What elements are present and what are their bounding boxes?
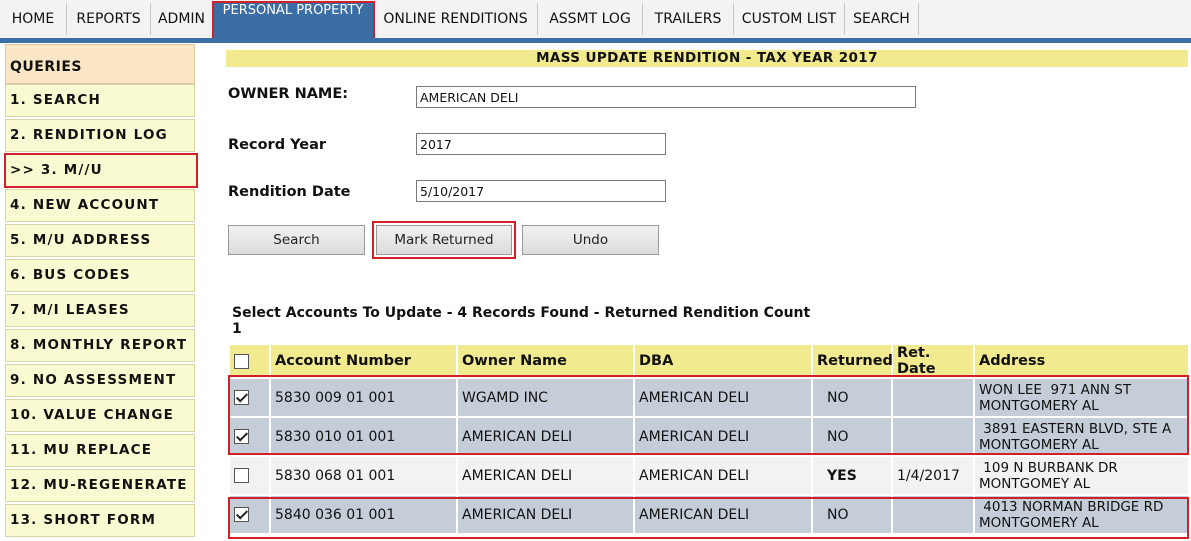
sidebar-item-no-assessment[interactable]: 9. NO ASSESSMENT xyxy=(5,364,195,397)
record-year-label: Record Year xyxy=(228,137,327,153)
sidebar-item-value-change[interactable]: 10. VALUE CHANGE xyxy=(5,399,195,432)
tab-admin[interactable]: ADMIN xyxy=(151,3,213,35)
tab-home[interactable]: HOME xyxy=(0,3,67,35)
sidebar-item-mu-replace[interactable]: 11. MU REPLACE xyxy=(5,434,195,467)
row-checkbox[interactable] xyxy=(234,468,249,483)
tab-custom-list[interactable]: CUSTOM LIST xyxy=(734,3,845,35)
tab-reports[interactable]: REPORTS xyxy=(67,3,151,35)
address-line-1: 3891 EASTERN BLVD, STE A xyxy=(979,420,1172,437)
address-line-1: 109 N BURBANK DR xyxy=(979,459,1118,476)
ret-date-cell xyxy=(891,416,975,457)
rendition-date-input[interactable] xyxy=(416,180,666,202)
col-account-number[interactable]: Account Number xyxy=(269,343,458,379)
ret-date-cell xyxy=(891,494,975,535)
col-address[interactable]: Address xyxy=(973,343,1190,379)
sidebar-item-search[interactable]: 1. SEARCH xyxy=(5,84,195,117)
sidebar-item-short-form[interactable]: 13. SHORT FORM xyxy=(5,504,195,537)
table-row[interactable]: 5830 009 01 001 WGAMD INC AMERICAN DELI NO W… xyxy=(228,377,1190,418)
col-dba[interactable]: DBA xyxy=(633,343,813,379)
address-cell: 109 N BURBANK DR MONTGOMEY AL xyxy=(973,455,1190,496)
col-owner-name[interactable]: Owner Name xyxy=(456,343,635,379)
sidebar-item-mu-regenerate[interactable]: 12. MU-REGENERATE xyxy=(5,469,195,502)
sidebar-item-rendition-log[interactable]: 2. RENDITION LOG xyxy=(5,119,195,152)
returned-cell: YES xyxy=(811,455,893,496)
owner-name-cell: WGAMD INC xyxy=(456,377,635,418)
dba-cell: AMERICAN DELI xyxy=(633,455,813,496)
returned-cell: NO xyxy=(811,377,893,418)
record-year-input[interactable] xyxy=(416,133,666,155)
table-row[interactable]: 5830 010 01 001 AMERICAN DELI AMERICAN DEL… xyxy=(228,416,1190,457)
row-checkbox[interactable] xyxy=(234,429,249,444)
undo-button[interactable]: Undo xyxy=(522,225,659,255)
table-row[interactable]: 5840 036 01 001 AMERICAN DELI AMERICAN DEL… xyxy=(228,494,1190,535)
address-cell: 3891 EASTERN BLVD, STE A MONTGOMERY AL xyxy=(973,416,1190,457)
owner-name-cell: AMERICAN DELI xyxy=(456,455,635,496)
dba-cell: AMERICAN DELI xyxy=(633,377,813,418)
owner-name-cell: AMERICAN DELI xyxy=(456,494,635,535)
select-all-checkbox[interactable] xyxy=(234,353,249,369)
address-line-1: WON LEE 971 ANN ST xyxy=(979,381,1132,398)
row-select-cell xyxy=(228,455,271,496)
sidebar-heading: QUERIES xyxy=(5,44,195,84)
address-line-2: MONTGOMEY AL xyxy=(979,475,1091,492)
nav-accent-band xyxy=(0,38,1191,43)
sidebar-item-mu-rendition[interactable]: >> 3. M//U RENDITION xyxy=(4,153,198,209)
row-checkbox[interactable] xyxy=(234,390,249,405)
search-button[interactable]: Search xyxy=(228,225,365,255)
row-checkbox[interactable] xyxy=(234,507,249,522)
returned-cell: NO xyxy=(811,416,893,457)
tab-online-renditions[interactable]: ONLINE RENDITIONS xyxy=(374,3,538,35)
dba-cell: AMERICAN DELI xyxy=(633,494,813,535)
sidebar-item-mu-address[interactable]: 5. M/U ADDRESS xyxy=(5,224,195,257)
select-all-cell xyxy=(228,343,271,379)
row-select-cell xyxy=(228,416,271,457)
tab-personal-property[interactable]: PERSONAL PROPERTY xyxy=(212,1,375,41)
tab-search[interactable]: SEARCH xyxy=(845,3,919,35)
sidebar-item-monthly-report[interactable]: 8. MONTHLY REPORT xyxy=(5,329,195,362)
top-navigation: HOME REPORTS ADMIN PERSONAL PROPERTY ONL… xyxy=(0,0,1191,41)
account-number-cell[interactable]: 5830 010 01 001 xyxy=(269,416,458,457)
records-summary: Select Accounts To Update - 4 Records Fo… xyxy=(232,305,811,337)
col-ret-date[interactable]: Ret. Date xyxy=(891,343,975,379)
owner-name-input[interactable] xyxy=(416,86,916,108)
table-row[interactable]: 5830 068 01 001 AMERICAN DELI AMERICAN DEL… xyxy=(228,455,1190,496)
owner-name-label: OWNER NAME: xyxy=(228,86,349,102)
table-header-row: Account Number Owner Name DBA Returned R… xyxy=(228,343,1190,379)
returned-cell: NO xyxy=(811,494,893,535)
address-cell: WON LEE 971 ANN ST MONTGOMERY AL xyxy=(973,377,1190,418)
tab-assmt-log[interactable]: ASSMT LOG xyxy=(538,3,643,35)
address-line-2: MONTGOMERY AL xyxy=(979,397,1099,414)
mark-returned-button[interactable]: Mark Returned xyxy=(372,221,516,259)
sidebar-item-bus-codes[interactable]: 6. BUS CODES xyxy=(5,259,195,292)
col-returned[interactable]: Returned xyxy=(811,343,893,379)
ret-date-cell: 1/4/2017 xyxy=(891,455,975,496)
sidebar: QUERIES 1. SEARCH 2. RENDITION LOG >> 3.… xyxy=(4,44,198,541)
dba-cell: AMERICAN DELI xyxy=(633,416,813,457)
address-line-2: MONTGOMERY AL xyxy=(979,514,1099,531)
rendition-date-label: Rendition Date xyxy=(228,184,351,200)
owner-name-cell: AMERICAN DELI xyxy=(456,416,635,457)
tab-trailers[interactable]: TRAILERS xyxy=(643,3,734,35)
address-line-1: 4013 NORMAN BRIDGE RD xyxy=(979,498,1164,515)
accounts-table: Account Number Owner Name DBA Returned R… xyxy=(228,343,1190,535)
page-title: MASS UPDATE RENDITION - TAX YEAR 2017 xyxy=(226,50,1188,67)
address-line-2: MONTGOMERY AL xyxy=(979,436,1099,453)
sidebar-item-mi-leases[interactable]: 7. M/I LEASES xyxy=(5,294,195,327)
row-select-cell xyxy=(228,377,271,418)
account-number-cell[interactable]: 5830 009 01 001 xyxy=(269,377,458,418)
account-number-cell[interactable]: 5830 068 01 001 xyxy=(269,455,458,496)
account-number-cell[interactable]: 5840 036 01 001 xyxy=(269,494,458,535)
row-select-cell xyxy=(228,494,271,535)
sidebar-item-new-account[interactable]: 4. NEW ACCOUNT xyxy=(5,189,195,222)
address-cell: 4013 NORMAN BRIDGE RD MONTGOMERY AL xyxy=(973,494,1190,535)
ret-date-cell xyxy=(891,377,975,418)
